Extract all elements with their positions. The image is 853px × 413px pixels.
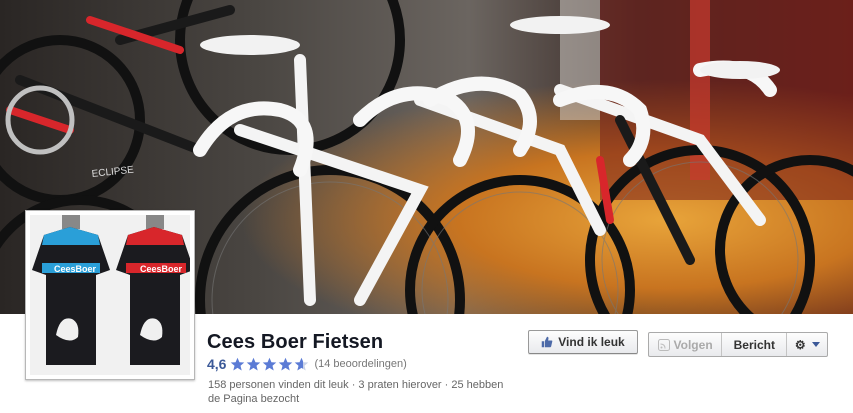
star-icon — [279, 357, 293, 370]
svg-text:CeesBoer: CeesBoer — [54, 264, 97, 274]
rating-count-link[interactable]: (14 beoordelingen) — [314, 358, 406, 370]
like-button[interactable]: Vind ik leuk — [528, 330, 638, 354]
settings-dropdown-button[interactable]: ⚙ — [787, 333, 827, 356]
gear-icon: ⚙ — [794, 337, 806, 352]
message-button[interactable]: Bericht — [722, 333, 788, 356]
profile-picture[interactable]: CeesBoer CeesBoer — [25, 210, 195, 380]
star-icon — [247, 357, 261, 370]
rss-icon — [657, 338, 670, 351]
svg-text:CeesBoer: CeesBoer — [140, 264, 183, 274]
action-button-group: Volgen Bericht ⚙ — [648, 332, 828, 357]
star-icon — [231, 357, 245, 370]
page-stats: 158 personen vinden dit leuk · 3 praten … — [208, 379, 504, 405]
cycling-jersey-icon: CeesBoer CeesBoer — [30, 215, 190, 375]
svg-text:ECLIPSE: ECLIPSE — [91, 165, 134, 180]
rating-stars — [230, 357, 310, 372]
star-icon — [263, 357, 277, 370]
like-button-label: Vind ik leuk — [558, 335, 625, 349]
thumbs-up-icon — [542, 336, 553, 348]
rating-value: 4,6 — [207, 356, 227, 372]
rating-row[interactable]: 4,6 (14 beoordelingen) — [207, 355, 407, 373]
follow-button[interactable]: Volgen — [649, 333, 723, 356]
half-star-icon — [295, 357, 309, 370]
page-title[interactable]: Cees Boer Fietsen — [207, 331, 383, 354]
follow-button-label: Volgen — [673, 337, 713, 352]
chevron-down-icon — [811, 342, 820, 347]
message-button-label: Bericht — [733, 337, 775, 352]
